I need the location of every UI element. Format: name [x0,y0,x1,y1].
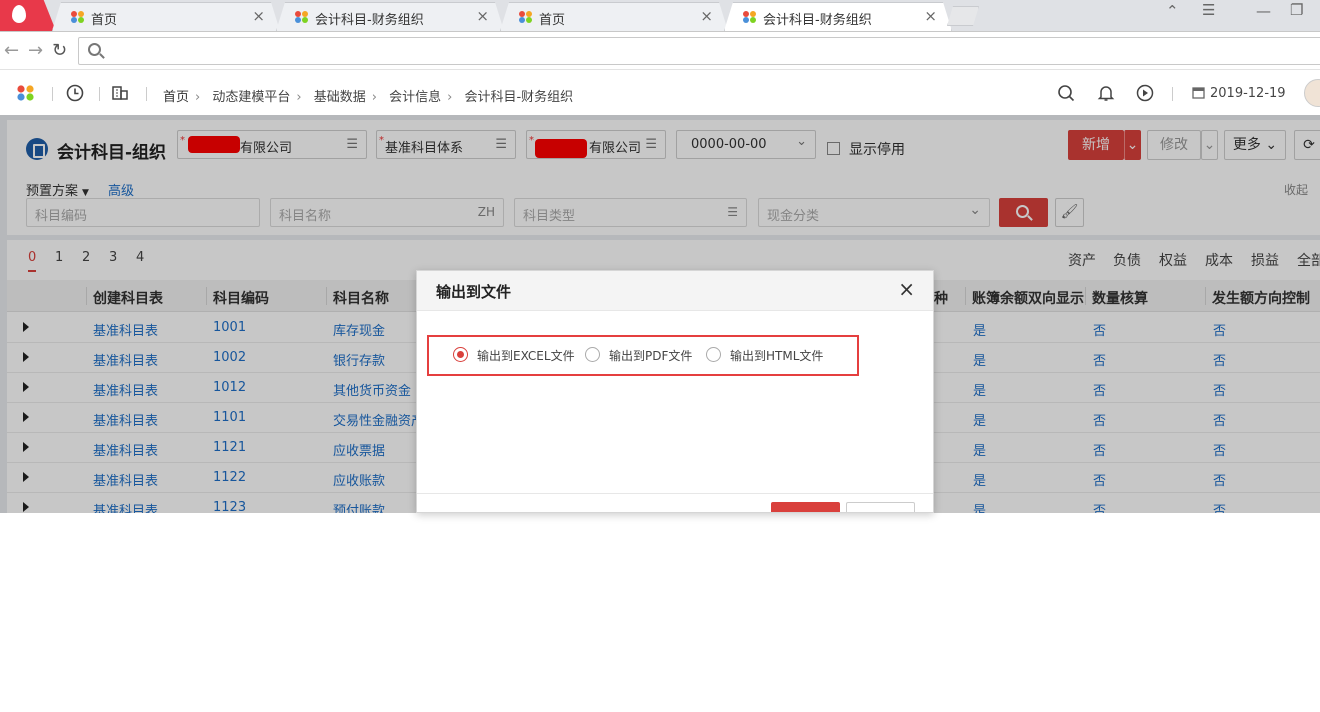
browser-tab-home-2[interactable]: 首页 × [500,2,728,31]
tab-close-icon[interactable]: × [924,7,937,25]
tab-title: 首页 [539,13,566,28]
app-logo-icon[interactable] [17,85,35,101]
breadcrumb-item-modeling[interactable]: 动态建模平台 [212,90,290,105]
new-tab-button[interactable] [947,6,979,26]
dialog-title: 输出到文件 [436,283,512,301]
breadcrumb-item-current: 会计科目-财务组织 [464,90,574,105]
collapse-icon[interactable]: ⌃ [1166,2,1179,20]
current-date[interactable]: 2019-12-19 [1210,86,1286,101]
restore-icon[interactable]: ❐ [1290,1,1303,19]
building-icon[interactable] [111,84,129,102]
radio-excel-label[interactable]: 输出到EXCEL文件 [477,347,575,364]
tab-title: 会计科目-财务组织 [315,13,424,28]
search-icon[interactable] [1057,84,1075,102]
radio-html[interactable] [706,347,721,362]
history-clock-icon[interactable] [66,84,84,102]
tab-close-icon[interactable]: × [252,7,265,25]
calendar-icon [1192,87,1205,99]
dialog-header: 输出到文件 × [417,271,933,311]
radio-html-label[interactable]: 输出到HTML文件 [730,347,823,364]
radio-pdf[interactable] [585,347,600,362]
breadcrumb-item-home[interactable]: 首页 [163,90,189,105]
dialog-footer-divider [417,493,933,494]
browser-tab-accounts-2[interactable]: 会计科目-财务组织 × [724,2,952,31]
user-avatar[interactable] [1304,79,1320,107]
reload-icon[interactable]: ↻ [52,40,67,61]
url-input[interactable] [78,37,1320,65]
app-favicon-icon [743,11,757,23]
minimize-icon[interactable]: — [1256,2,1271,20]
tab-close-icon[interactable]: × [700,7,713,25]
address-bar: ← → ↻ [0,32,1320,70]
browser-tab-home-1[interactable]: 首页 × [52,2,280,31]
breadcrumb: 首页 › 动态建模平台 › 基础数据 › 会计信息 › 会计科目-财务组织 [163,90,574,105]
tab-title: 会计科目-财务组织 [763,13,872,28]
app-favicon-icon [519,11,533,23]
app-favicon-icon [295,11,309,23]
export-dialog: 输出到文件 × 输出到EXCEL文件 输出到PDF文件 输出到HTML文件 [416,270,934,513]
close-icon[interactable]: × [898,278,915,300]
breadcrumb-item-accounting[interactable]: 会计信息 [389,90,441,105]
browser-tab-accounts-1[interactable]: 会计科目-财务组织 × [276,2,504,31]
bell-icon[interactable] [1097,84,1115,102]
menu-icon[interactable]: ☰ [1202,1,1215,19]
app-favicon-icon [71,11,85,23]
screen: 首页 × 会计科目-财务组织 × 首页 × 会计科目-财务组织 × ⌃ ☰ — … [0,0,1320,712]
tab-title: 首页 [91,13,118,28]
browser-logo-icon[interactable] [0,0,56,31]
search-icon [88,43,101,56]
app-header: 首页 › 动态建模平台 › 基础数据 › 会计信息 › 会计科目-财务组织 2019-1… [0,71,1320,115]
confirm-button[interactable] [771,502,840,512]
browser-tab-bar: 首页 × 会计科目-财务组织 × 首页 × 会计科目-财务组织 × ⌃ ☰ — … [0,0,1320,32]
export-options-highlight: 输出到EXCEL文件 输出到PDF文件 输出到HTML文件 [427,335,859,376]
breadcrumb-item-basic-data[interactable]: 基础数据 [314,90,366,105]
forward-icon[interactable]: → [28,40,43,61]
tab-close-icon[interactable]: × [476,7,489,25]
cancel-button[interactable] [846,502,915,512]
radio-excel[interactable] [453,347,468,362]
play-icon[interactable] [1136,84,1154,102]
back-icon[interactable]: ← [4,40,19,61]
radio-pdf-label[interactable]: 输出到PDF文件 [609,347,692,364]
